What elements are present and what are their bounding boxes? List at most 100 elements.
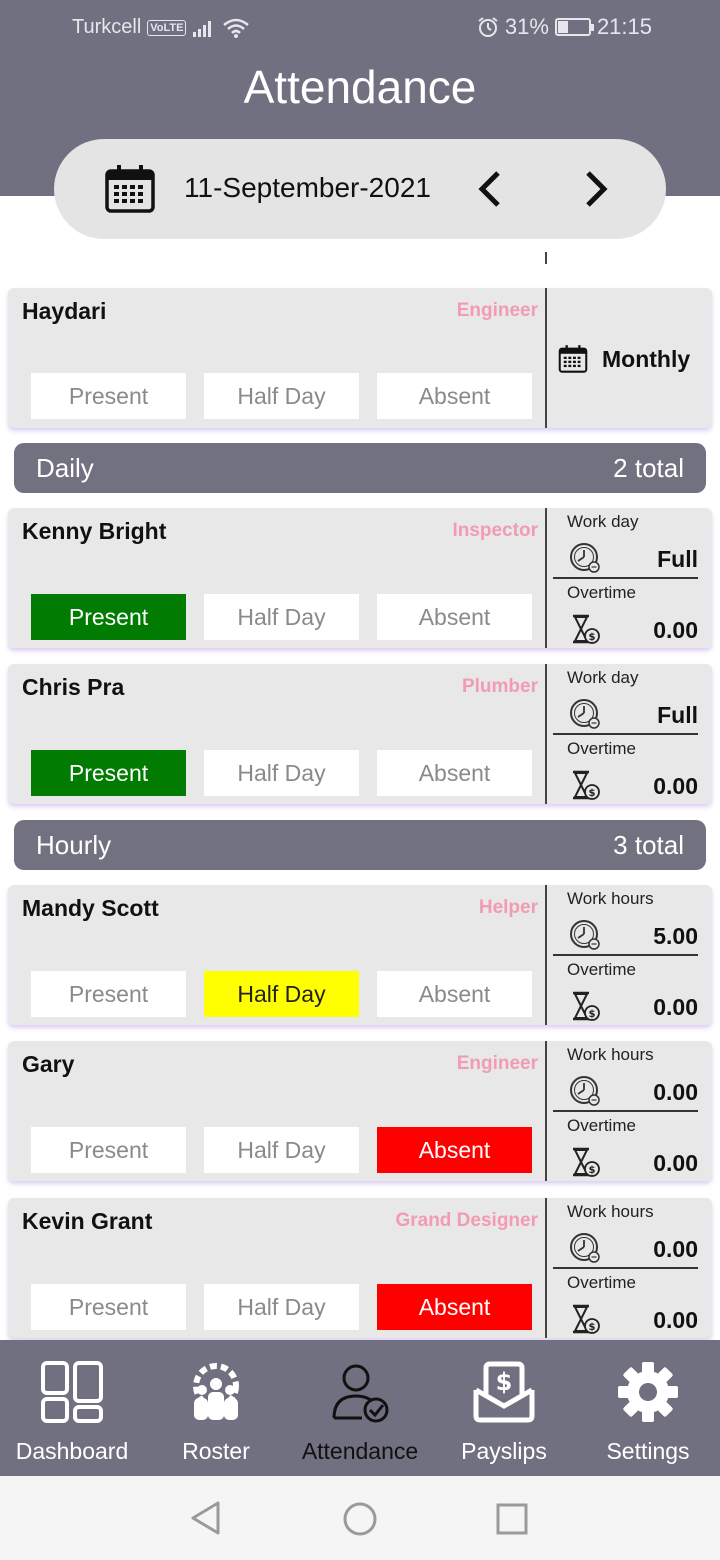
employee-card: Chris Pra Plumber Present Half Day Absen… bbox=[8, 664, 712, 804]
bottom-navigation: Dashboard Roster Attendance $ Payslips S… bbox=[0, 1340, 720, 1476]
overtime-label: Overtime bbox=[567, 583, 636, 602]
date-selector[interactable]: 11-September-2021 bbox=[54, 139, 666, 239]
volte-badge: VoLTE bbox=[147, 19, 187, 36]
present-button[interactable]: Present bbox=[31, 373, 186, 419]
card-divider bbox=[545, 664, 547, 804]
page-title: Attendance bbox=[243, 61, 477, 113]
calendar-icon bbox=[558, 344, 588, 374]
stat-separator bbox=[553, 577, 698, 579]
section-title: Hourly bbox=[36, 830, 112, 860]
absent-button[interactable]: Absent bbox=[377, 594, 532, 640]
status-right: 31% 21:15 bbox=[477, 14, 652, 40]
absent-button[interactable]: Absent bbox=[377, 373, 532, 419]
nav-dashboard[interactable]: Dashboard bbox=[0, 1340, 144, 1476]
clock-icon bbox=[569, 919, 601, 951]
chevron-right-icon[interactable] bbox=[576, 167, 616, 211]
status-left: Turkcell VoLTE bbox=[72, 16, 250, 39]
work-label: Work hours bbox=[567, 889, 654, 908]
present-button[interactable]: Present bbox=[31, 1284, 186, 1330]
carrier-name: Turkcell bbox=[72, 16, 142, 38]
settings-icon bbox=[618, 1362, 678, 1422]
back-icon[interactable] bbox=[190, 1500, 222, 1536]
recents-icon[interactable] bbox=[496, 1503, 528, 1535]
stat-separator bbox=[553, 1267, 698, 1269]
card-divider bbox=[545, 1041, 547, 1181]
battery-icon bbox=[554, 18, 594, 36]
employee-name: Kevin Grant bbox=[22, 1208, 153, 1234]
work-value: 0.00 bbox=[653, 1079, 698, 1105]
present-button[interactable]: Present bbox=[31, 594, 186, 640]
half-day-button[interactable]: Half Day bbox=[204, 971, 359, 1017]
overtime-value: 0.00 bbox=[653, 773, 698, 799]
battery-percent: 31% bbox=[504, 14, 549, 39]
svg-text:$: $ bbox=[496, 1368, 513, 1396]
stat-separator bbox=[553, 1110, 698, 1112]
section-header-daily: Daily 2 total bbox=[14, 443, 706, 493]
employee-name: Mandy Scott bbox=[22, 895, 159, 921]
card-divider bbox=[545, 1198, 547, 1338]
employee-role: Inspector bbox=[452, 520, 538, 541]
overtime-value: 0.00 bbox=[653, 1150, 698, 1176]
card-divider bbox=[545, 252, 547, 264]
stat-separator bbox=[553, 954, 698, 956]
work-value: 5.00 bbox=[653, 923, 698, 949]
work-label: Work hours bbox=[567, 1202, 654, 1221]
employee-name: Haydari bbox=[22, 298, 107, 324]
employee-card-monthly: Haydari Engineer Present Half Day Absent… bbox=[8, 288, 712, 428]
wifi-icon bbox=[223, 18, 250, 38]
half-day-button[interactable]: Half Day bbox=[204, 1127, 359, 1173]
work-value: Full bbox=[657, 546, 698, 572]
home-icon[interactable] bbox=[342, 1501, 378, 1537]
nav-settings[interactable]: Settings bbox=[576, 1340, 720, 1476]
nav-label: Roster bbox=[182, 1438, 250, 1464]
section-count: 2 total bbox=[613, 453, 684, 483]
nav-label: Attendance bbox=[301, 1438, 419, 1464]
roster-icon bbox=[193, 1363, 239, 1420]
selected-date[interactable]: 11-September-2021 bbox=[184, 172, 431, 204]
absent-button[interactable]: Absent bbox=[377, 750, 532, 796]
hourglass-money-icon bbox=[569, 1146, 601, 1178]
half-day-button[interactable]: Half Day bbox=[204, 1284, 359, 1330]
present-button[interactable]: Present bbox=[31, 971, 186, 1017]
overtime-label: Overtime bbox=[567, 739, 636, 758]
absent-button[interactable]: Absent bbox=[377, 1127, 532, 1173]
nav-roster[interactable]: Roster bbox=[144, 1340, 288, 1476]
alarm-icon bbox=[478, 17, 498, 37]
attendance-icon bbox=[332, 1364, 389, 1423]
pay-type-label: Monthly bbox=[602, 345, 691, 372]
employee-name: Kenny Bright bbox=[22, 518, 167, 544]
present-button[interactable]: Present bbox=[31, 1127, 186, 1173]
overtime-label: Overtime bbox=[567, 1116, 636, 1135]
nav-attendance[interactable]: Attendance bbox=[288, 1340, 432, 1476]
half-day-button[interactable]: Half Day bbox=[204, 373, 359, 419]
employee-card: Mandy Scott Helper Present Half Day Abse… bbox=[8, 885, 712, 1025]
hourglass-money-icon bbox=[569, 1303, 601, 1335]
present-button[interactable]: Present bbox=[31, 750, 186, 796]
work-value: 0.00 bbox=[653, 1236, 698, 1262]
employee-role: Helper bbox=[478, 897, 538, 918]
chevron-left-icon[interactable] bbox=[470, 167, 510, 211]
half-day-button[interactable]: Half Day bbox=[204, 750, 359, 796]
calendar-icon[interactable] bbox=[104, 163, 156, 215]
dashboard-icon bbox=[41, 1361, 103, 1423]
absent-button[interactable]: Absent bbox=[377, 971, 532, 1017]
work-label: Work hours bbox=[567, 1045, 654, 1064]
employee-card: Kenny Bright Inspector Present Half Day … bbox=[8, 508, 712, 648]
nav-label: Dashboard bbox=[15, 1438, 129, 1464]
nav-payslips[interactable]: $ Payslips bbox=[432, 1340, 576, 1476]
absent-button[interactable]: Absent bbox=[377, 1284, 532, 1330]
overtime-value: 0.00 bbox=[653, 617, 698, 643]
nav-label: Settings bbox=[606, 1438, 690, 1464]
employee-role: Grand Designer bbox=[395, 1210, 538, 1231]
employee-card: Gary Engineer Present Half Day Absent Wo… bbox=[8, 1041, 712, 1181]
overtime-label: Overtime bbox=[567, 960, 636, 979]
section-title: Daily bbox=[36, 453, 94, 483]
clock-icon bbox=[569, 698, 601, 730]
hourglass-money-icon bbox=[569, 613, 601, 645]
stat-separator bbox=[553, 733, 698, 735]
half-day-button[interactable]: Half Day bbox=[204, 594, 359, 640]
attendance-list[interactable]: Haydari Engineer Present Half Day Absent… bbox=[0, 252, 720, 1340]
work-label: Work day bbox=[567, 668, 639, 687]
clock-time: 21:15 bbox=[596, 14, 652, 39]
overtime-value: 0.00 bbox=[653, 994, 698, 1020]
